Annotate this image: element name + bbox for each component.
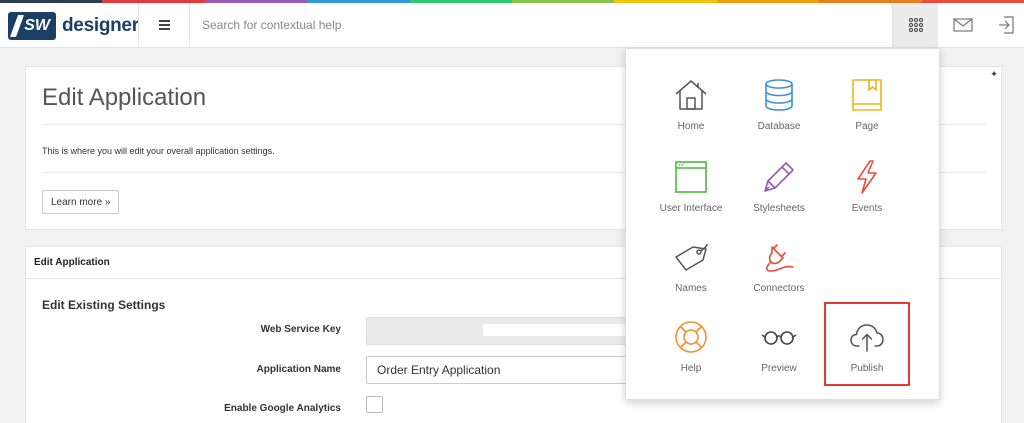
app-grid-icon (908, 18, 923, 32)
mail-icon (953, 18, 973, 32)
app-grid-button[interactable] (892, 3, 938, 47)
lifebuoy-icon (675, 321, 707, 353)
book-icon (852, 79, 882, 111)
menu-item-stylesheets[interactable]: Stylesheets (729, 159, 829, 214)
application-name-label: Application Name (256, 364, 341, 375)
pen-icon (764, 162, 794, 192)
analytics-label: Enable Google Analytics (224, 403, 341, 414)
lightning-icon (857, 160, 877, 194)
glasses-icon (761, 331, 797, 345)
page-title: Edit Application (42, 84, 207, 111)
search-input[interactable] (190, 3, 890, 47)
menu-item-page[interactable]: Page (817, 77, 917, 132)
application-name-input[interactable] (366, 356, 636, 384)
mail-button[interactable] (940, 3, 986, 47)
menu-item-connectors[interactable]: Connectors (729, 239, 829, 294)
menu-item-database[interactable]: Database (729, 77, 829, 132)
menu-item-label: User Interface (659, 203, 723, 214)
learn-more-button[interactable]: Learn more » (42, 190, 120, 214)
menu-item-label: Home (677, 121, 705, 132)
web-service-key-field (366, 317, 636, 345)
pin-icon[interactable]: ✦ (987, 67, 1001, 81)
menu-item-home[interactable]: Home (641, 77, 741, 132)
window-icon (675, 161, 707, 193)
menu-item-label: Help (680, 363, 702, 374)
logo-badge-text: SW (24, 17, 50, 34)
sign-out-button[interactable] (988, 3, 1024, 47)
menu-item-help[interactable]: Help (641, 319, 741, 374)
logo-text: designer (62, 15, 139, 36)
menu-item-preview[interactable]: Preview (729, 319, 829, 374)
menu-toggle-button[interactable] (138, 3, 190, 47)
menu-item-label: Stylesheets (753, 203, 805, 214)
menu-item-label: Database (757, 121, 801, 132)
publish-highlight-box (824, 302, 910, 386)
menu-icon (158, 24, 170, 26)
menu-item-events[interactable]: Events (817, 159, 917, 214)
plug-icon (765, 244, 794, 272)
menu-item-names[interactable]: Names (641, 239, 741, 294)
page-description: This is where you will edit your overall… (42, 146, 275, 156)
menu-item-user-interface[interactable]: User Interface (641, 159, 741, 214)
redacted-key (483, 324, 628, 336)
web-service-key-label: Web Service Key (260, 324, 341, 335)
menu-item-label: Names (675, 283, 707, 294)
sign-out-icon (999, 16, 1014, 34)
database-icon (765, 79, 793, 111)
menu-item-label: Events (851, 203, 883, 214)
logo-badge: SW (8, 12, 56, 40)
menu-item-label: Page (855, 121, 879, 132)
menu-item-label: Connectors (753, 283, 805, 294)
top-bar: SW designer (0, 3, 1024, 48)
logo[interactable]: SW designer (8, 12, 139, 40)
section-title: Edit Existing Settings (42, 298, 166, 312)
tag-icon (675, 243, 708, 271)
menu-item-label: Preview (761, 363, 797, 374)
analytics-checkbox[interactable] (366, 396, 383, 413)
home-icon (675, 80, 707, 110)
